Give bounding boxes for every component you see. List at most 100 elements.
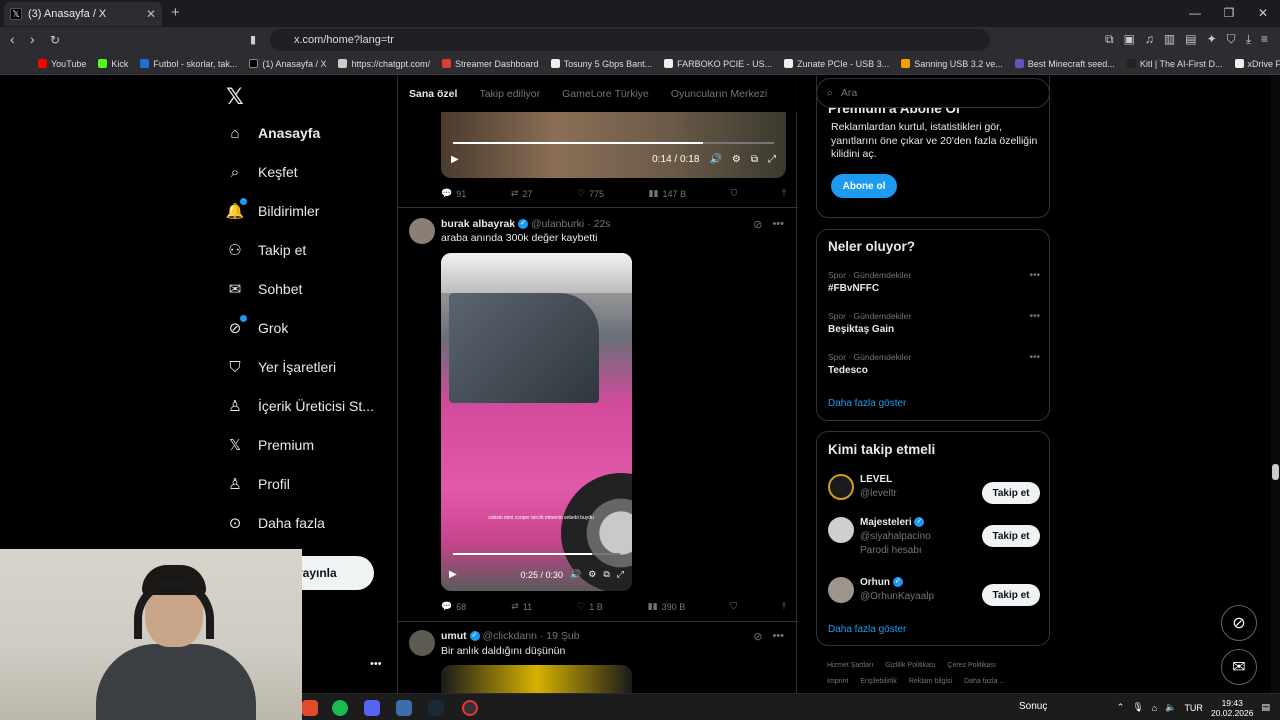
music-icon[interactable]: ♫ [1145,32,1154,47]
bookmark-post-icon[interactable]: ⛉ [731,188,738,199]
extension-icon[interactable]: ⧉ [1105,32,1114,47]
minimize-icon[interactable]: — [1178,0,1212,27]
avatar[interactable] [409,630,435,656]
video-player[interactable]: ▶ 0:14 / 0:18 🔊 ⚙ ⧉ ⤢ [441,112,786,178]
share-icon[interactable]: ⤒ [782,188,786,199]
avatar[interactable] [409,218,435,244]
spotify-icon[interactable] [332,700,348,716]
more-icon[interactable]: ••• [772,218,784,231]
author-name[interactable]: burak albayrak [441,218,515,230]
more-icon[interactable]: ••• [1029,352,1040,363]
nav-item-messages[interactable]: ✉ Sohbet [226,280,303,298]
ai-icon[interactable]: ✦ [1207,32,1217,47]
share-icon[interactable]: ⤒ [782,601,786,612]
nav-item-grok[interactable]: ⊘ Grok [226,315,288,337]
grok-float-button[interactable]: ⊘ [1221,605,1257,641]
bookmark-item[interactable]: FARBOKO PCIE - US... [664,59,772,69]
repost-button[interactable]: ⇄ 27 [511,188,533,199]
more-icon[interactable]: ••• [772,630,784,643]
clock[interactable]: 19:43 20.02.2026 [1211,698,1254,718]
bookmark-item[interactable]: Zunate PCIe - USB 3... [784,59,889,69]
settings-icon[interactable]: ⚙ [588,569,596,580]
notification-icon[interactable]: ▤ [1261,702,1270,713]
avatar[interactable] [828,517,854,543]
bookmark-item[interactable]: (1) Anasayfa / X [249,59,326,69]
new-tab-button[interactable]: + [171,4,180,21]
volume-icon[interactable]: 🔊 [709,154,721,165]
grok-icon[interactable]: ⊘ [753,218,762,231]
account-menu-icon[interactable]: ••• [370,658,382,670]
avatar[interactable] [828,577,854,603]
settings-icon[interactable]: ⚙ [732,154,741,165]
nav-item-profile[interactable]: ♙ Profil [226,475,290,493]
fullscreen-icon[interactable]: ⤢ [617,569,624,580]
volume-icon[interactable]: 🔊 [570,569,581,580]
reply-button[interactable]: 💬 68 [441,601,466,612]
panel-icon[interactable]: ▥ [1164,32,1175,47]
avatar[interactable] [828,474,854,500]
play-icon[interactable]: ▶ [449,569,457,580]
like-button[interactable]: ♡ 1 B [577,601,603,612]
tab-oyuncular[interactable]: Oyuncuların Merkezi [671,88,767,100]
video-player[interactable]: sobsin mini cooper tercih etmenin sebebi… [441,253,632,591]
obs-icon[interactable] [462,700,478,716]
scrollbar[interactable] [1271,76,1280,693]
tab-for-you[interactable]: Sana özel [409,88,457,100]
app-icon[interactable] [396,700,412,716]
nav-item-notifications[interactable]: 🔔 Bildirimler [226,198,319,220]
follow-button[interactable]: Takip et [982,525,1040,547]
brave-icon[interactable] [302,700,318,716]
nav-item-follow[interactable]: ⚇ Takip et [226,241,306,259]
video-progress-bar[interactable] [453,142,774,144]
repost-button[interactable]: ⇄ 11 [511,601,532,612]
trend-item[interactable]: Spor · Gündemdekiler Tedesco ••• [828,352,1040,376]
show-more-link[interactable]: Daha fazla göster [828,398,906,409]
nav-item-more[interactable]: ⊙ Daha fazla [226,514,325,532]
author-name[interactable]: umut [441,630,467,642]
close-tab-icon[interactable]: ✕ [146,7,156,21]
follow-button[interactable]: Takip et [982,584,1040,606]
show-more-link[interactable]: Daha fazla göster [828,624,906,635]
bookmark-item[interactable]: Kitl | The AI-First D... [1126,59,1223,69]
search-input[interactable]: ⌕ Ara [816,78,1050,108]
post-time[interactable]: 19 Şub [546,630,579,642]
mic-icon[interactable]: 🎙 [1132,702,1143,713]
chevron-up-icon[interactable]: ⌃ [1117,702,1125,713]
fullscreen-icon[interactable]: ⤢ [768,154,776,165]
trend-item[interactable]: Spor · Gündemdekiler Beşiktaş Gain ••• [828,311,1040,335]
sidebar-toggle-icon[interactable]: ▣ [1124,32,1135,47]
bookmark-item[interactable]: Kick [98,59,128,69]
play-icon[interactable]: ▶ [451,154,459,165]
tab-following[interactable]: Takip ediliyor [479,88,540,100]
bookmark-item[interactable]: YouTube [38,59,86,69]
language-indicator[interactable]: TUR [1184,703,1203,713]
pip-icon[interactable]: ⧉ [751,154,758,165]
bookmark-item[interactable]: Best Minecraft seed... [1014,59,1115,69]
x-logo-icon[interactable]: 𝕏 [226,84,244,110]
bookmark-item[interactable]: xDrive Fırtına Profes... [1234,59,1280,69]
nav-item-explore[interactable]: ⌕ Keşfet [226,163,298,181]
more-icon[interactable]: ••• [1029,311,1040,322]
bookmark-post-icon[interactable]: ⛉ [730,601,737,612]
download-icon[interactable]: ⤓ [1246,32,1251,47]
nav-item-creator-studio[interactable]: ♙ İçerik Üreticisi St... [226,397,374,415]
tab-gamelore[interactable]: GameLore Türkiye [562,88,649,100]
browser-tab[interactable]: 𝕏 (3) Anasayfa / X ✕ [4,2,162,26]
bookmark-item[interactable]: https://chatgpt.com/ [338,59,430,69]
bookmark-item[interactable]: Sanning USB 3.2 ve... [901,59,1003,69]
nav-item-bookmarks[interactable]: ⛉ Yer İşaretleri [226,358,336,376]
nav-item-home[interactable]: ⌂ Anasayfa [226,124,320,142]
volume-icon[interactable]: 🔈 [1165,702,1176,713]
messages-float-button[interactable]: ✉ [1221,649,1257,685]
taskbar-result[interactable]: Sonuç [1019,701,1047,712]
follow-button[interactable]: Takip et [982,482,1040,504]
back-icon[interactable]: ‹ [10,31,15,47]
video-progress-bar[interactable] [453,553,620,555]
wallet-icon[interactable]: ▤ [1185,32,1196,47]
scrollbar-thumb[interactable] [1272,464,1279,480]
reload-icon[interactable]: ↻ [50,33,60,47]
views-button[interactable]: ▮▮ 147 B [649,188,686,199]
grok-icon[interactable]: ⊘ [753,630,762,643]
url-field[interactable]: x.com/home?lang=tr [270,29,990,51]
steam-icon[interactable] [428,700,444,716]
